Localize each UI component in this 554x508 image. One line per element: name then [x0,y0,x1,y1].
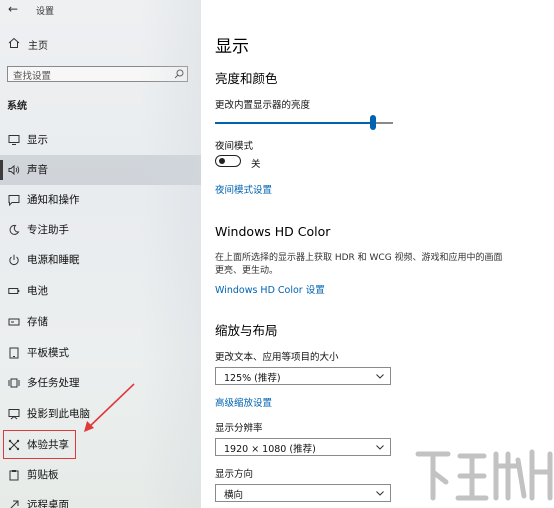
page-title: 显示 [215,37,249,57]
sidebar-item-remote-desktop[interactable]: 远程桌面 [0,490,201,508]
sidebar-item-clipboard[interactable]: 剪贴板 [0,460,201,490]
brightness-slider[interactable] [215,115,393,131]
resolution-label: 显示分辨率 [215,423,263,434]
orientation-value: 横向 [224,490,244,501]
sidebar-item-display[interactable]: 显示 [0,125,201,155]
home-label: 主页 [28,41,48,52]
sidebar-item-sound[interactable]: 声音 [0,155,201,185]
sidebar-item-label: 体验共享 [27,439,69,451]
sidebar-item-label: 电池 [27,285,48,297]
selection-indicator [0,160,3,180]
sidebar-item-focus-assist[interactable]: 专注助手 [0,215,201,245]
sidebar-item-label: 平板模式 [27,347,69,359]
resolution-value: 1920 × 1080 (推荐) [224,444,316,455]
moon-icon [9,224,20,235]
orientation-label: 显示方向 [215,469,254,480]
chevron-down-icon [376,491,384,496]
sidebar-item-label: 声音 [27,164,48,176]
sidebar-item-label: 远程桌面 [27,499,69,508]
search-input[interactable]: 查找设置 [7,66,188,82]
notification-icon [8,195,20,206]
back-arrow-icon[interactable]: ← [8,2,18,16]
chevron-down-icon [376,374,384,379]
sidebar-item-storage[interactable]: 存储 [0,307,201,337]
sidebar-item-shared-experiences[interactable]: 体验共享 [0,430,201,460]
scale-value: 125% (推荐) [224,373,281,384]
sidebar-item-tablet-mode[interactable]: 平板模式 [0,338,201,368]
project-icon [8,409,20,420]
orientation-dropdown[interactable]: 横向 [215,484,391,502]
hd-color-description: 在上面所选择的显示器上获取 HDR 和 WCG 视频、游戏和应用中的画面更亮、更… [215,253,503,276]
sidebar-item-label: 电源和睡眠 [27,254,80,266]
sidebar-item-label: 显示 [27,134,48,146]
power-icon [9,254,19,265]
sidebar-item-label: 通知和操作 [27,194,80,206]
advanced-scaling-link[interactable]: 高级缩放设置 [215,395,272,409]
slider-thumb[interactable] [370,115,376,130]
section-title: 系统 [7,101,27,112]
sidebar-item-battery[interactable]: 电池 [0,276,201,306]
search-icon [174,69,184,79]
sidebar-item-label: 剪贴板 [27,469,59,481]
sidebar-item-label: 专注助手 [27,224,69,236]
sidebar-item-label: 投影到此电脑 [27,408,90,420]
shared-experience-icon [8,439,20,451]
sidebar-item-project[interactable]: 投影到此电脑 [0,399,201,429]
sidebar-item-notifications[interactable]: 通知和操作 [0,185,201,215]
brightness-label: 更改内置显示器的亮度 [215,100,311,111]
night-light-label: 夜间模式 [215,141,254,152]
monitor-icon [8,135,20,145]
speaker-icon [8,164,20,176]
scale-layout-heading: 缩放与布局 [215,323,278,338]
sidebar-item-multitasking[interactable]: 多任务处理 [0,368,201,398]
storage-icon [8,318,20,326]
night-light-state: 关 [251,159,261,170]
home-icon [8,37,20,48]
battery-icon [8,288,20,294]
hd-color-settings-link[interactable]: Windows HD Color 设置 [215,282,325,296]
chevron-down-icon [376,445,384,450]
remote-desktop-icon [10,500,19,508]
slider-fill [215,122,373,124]
resolution-dropdown[interactable]: 1920 × 1080 (推荐) [215,438,391,456]
tablet-icon [9,347,19,359]
sidebar-item-power[interactable]: 电源和睡眠 [0,245,201,275]
hd-color-heading: Windows HD Color [215,224,331,239]
brightness-heading: 亮度和颜色 [215,71,278,86]
search-placeholder: 查找设置 [13,71,52,82]
slider-track [373,122,393,124]
night-light-toggle[interactable] [215,155,241,167]
night-light-settings-link[interactable]: 夜间模式设置 [215,182,272,196]
multitask-icon [8,378,20,388]
sidebar-item-label: 存储 [27,316,48,328]
sidebar-home[interactable]: 主页 [0,34,201,56]
app-title: 设置 [36,7,55,17]
settings-sidebar: ← 设置 主页 查找设置 系统 显示 声音 通知和操作 专注助手 电源和睡眠 电… [0,0,201,508]
toggle-knob [219,158,225,164]
clipboard-icon [9,470,19,481]
scale-label: 更改文本、应用等项目的大小 [215,352,339,363]
display-settings-page: 显示 亮度和颜色 更改内置显示器的亮度 夜间模式 关 夜间模式设置 Window… [201,0,554,508]
scale-dropdown[interactable]: 125% (推荐) [215,367,391,385]
sidebar-item-label: 多任务处理 [27,377,80,389]
